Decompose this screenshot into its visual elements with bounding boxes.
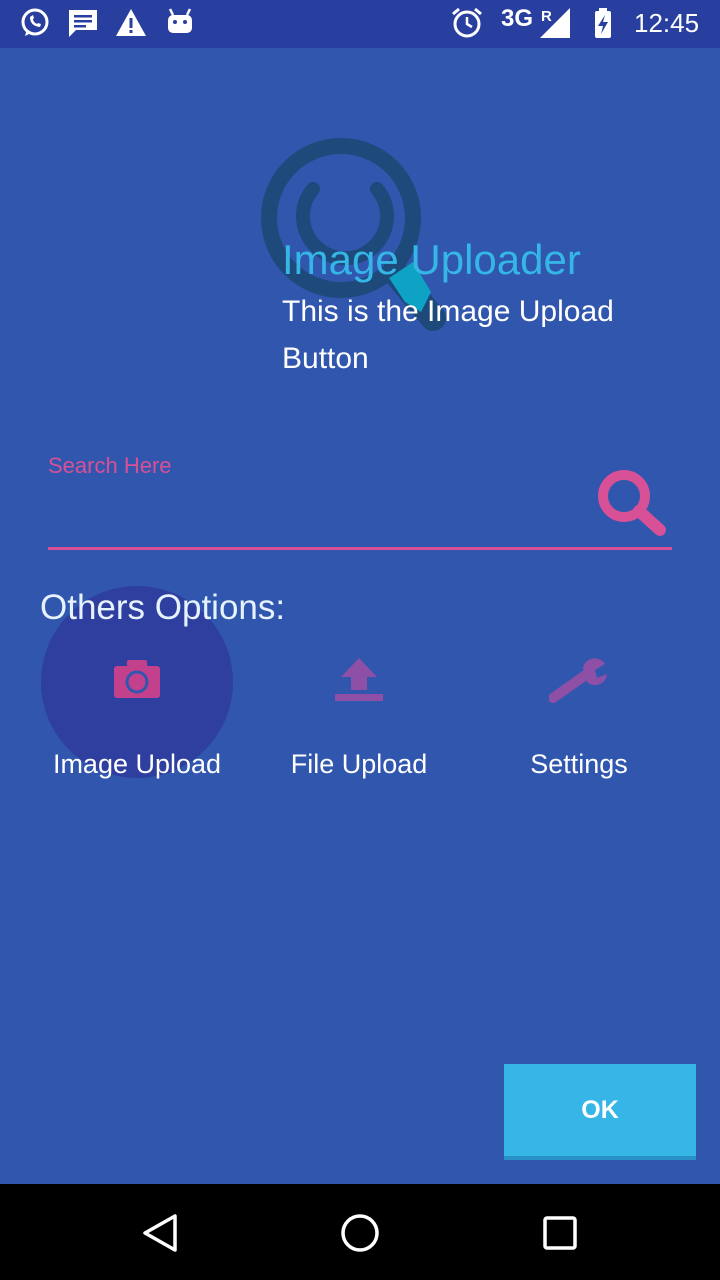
app-description: This is the Image Upload Button — [282, 295, 614, 375]
app-title: Image Uploader — [282, 236, 581, 283]
settings-option[interactable]: Settings — [479, 640, 679, 790]
battery-charging-icon — [595, 8, 611, 38]
upload-icon — [335, 658, 383, 701]
recents-icon[interactable] — [535, 1208, 585, 1258]
home-icon[interactable] — [335, 1208, 385, 1258]
image-upload-option[interactable]: Image Upload — [37, 640, 237, 790]
status-bar: 3G R 12:45 — [0, 0, 720, 48]
others-options-title: Others Options: — [40, 588, 286, 627]
ok-button[interactable]: OK — [504, 1064, 696, 1160]
android-icon — [168, 8, 192, 33]
clock: 12:45 — [634, 8, 700, 38]
search-input[interactable] — [48, 484, 588, 544]
search-underline — [48, 547, 672, 550]
warning-icon — [116, 9, 146, 36]
back-icon[interactable] — [135, 1208, 185, 1258]
whatsapp-icon — [21, 8, 49, 36]
network-type: 3G — [501, 5, 534, 32]
alarm-icon — [452, 7, 482, 38]
camera-icon — [114, 660, 160, 698]
settings-label: Settings — [530, 749, 628, 779]
message-icon — [69, 10, 97, 37]
file-upload-label: File Upload — [290, 749, 428, 779]
image-upload-label: Image Upload — [52, 749, 222, 779]
file-upload-option[interactable]: File Upload — [259, 640, 459, 790]
navigation-bar — [0, 1184, 720, 1280]
search-icon[interactable] — [594, 466, 668, 540]
wrench-icon — [549, 658, 607, 703]
search-label: Search Here — [48, 453, 172, 478]
signal-icon — [540, 8, 570, 38]
